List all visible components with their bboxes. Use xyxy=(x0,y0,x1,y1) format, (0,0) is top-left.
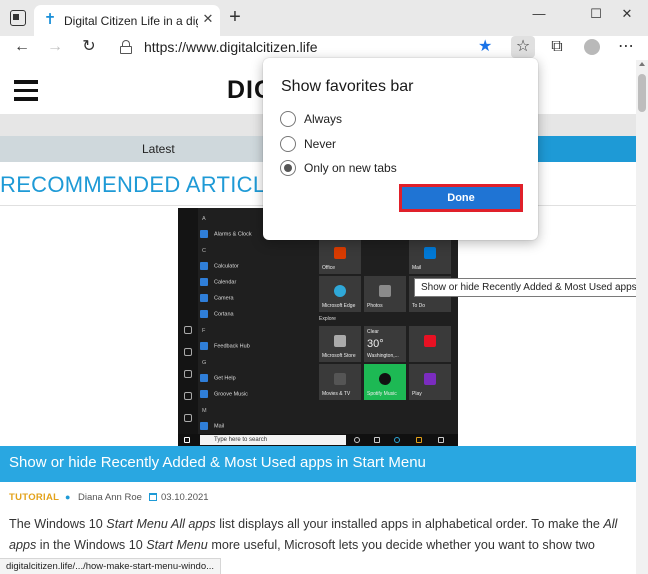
article-image-start-menu[interactable]: A Alarms & Clock C Calculator Calendar C… xyxy=(178,208,458,446)
author-name: Diana Ann Roe xyxy=(78,492,142,503)
page-scrollbar[interactable] xyxy=(636,60,648,574)
avatar-icon xyxy=(584,39,600,55)
article-title-bar[interactable]: Show or hide Recently Added & Most Used … xyxy=(0,446,636,482)
app-item: Cortana xyxy=(200,310,234,318)
hamburger-menu-icon[interactable] xyxy=(14,80,38,101)
scroll-up-icon[interactable] xyxy=(639,62,645,66)
favorites-button[interactable]: ☆ xyxy=(511,36,535,58)
collections-button[interactable]: ⧉ xyxy=(545,36,569,58)
app-item: Camera xyxy=(200,294,234,302)
tile-office: Office xyxy=(319,238,361,274)
letter-m: M xyxy=(202,408,207,414)
store-icon xyxy=(438,437,444,443)
article-title[interactable]: Show or hide Recently Added & Most Used … xyxy=(9,454,426,471)
favorite-star-icon[interactable]: ★ xyxy=(478,36,492,58)
app-item: Calendar xyxy=(200,278,236,286)
app-item: Calculator xyxy=(200,262,239,270)
tile-photos: Photos xyxy=(364,276,406,312)
letter-g: G xyxy=(202,360,207,366)
article-author[interactable]: ● Diana Ann Roe xyxy=(65,492,142,503)
menu-item-active[interactable] xyxy=(532,136,636,162)
menu-item-latest[interactable]: Latest xyxy=(142,142,175,156)
url-text[interactable]: https://www.digitalcitizen.life xyxy=(144,39,318,55)
back-button[interactable]: ← xyxy=(10,36,34,58)
windows-taskbar: Type here to search xyxy=(178,434,458,446)
radio-only-on-new-tabs[interactable] xyxy=(280,160,296,176)
show-favorites-bar-popup: Show favorites bar Always Never Only on … xyxy=(263,58,538,240)
cortana-icon xyxy=(354,437,360,443)
tab-actions-menu-icon[interactable] xyxy=(10,10,26,26)
settings-more-button[interactable]: ⋯ xyxy=(614,36,638,58)
forward-button[interactable]: → xyxy=(43,36,67,58)
option-label[interactable]: Never xyxy=(304,137,336,151)
popup-title: Show favorites bar xyxy=(281,78,414,95)
article-category[interactable]: TUTORIAL xyxy=(9,492,59,503)
option-only-on-new-tabs[interactable]: Only on new tabs xyxy=(280,160,480,178)
start-menu-rail xyxy=(178,208,198,434)
article-meta: TUTORIAL ● Diana Ann Roe 03.10.2021 xyxy=(9,492,209,503)
option-never[interactable]: Never xyxy=(280,136,480,154)
option-label[interactable]: Always xyxy=(304,112,342,126)
radio-never[interactable] xyxy=(280,136,296,152)
letter-a: A xyxy=(202,216,206,222)
tile-movies: Movies & TV xyxy=(319,364,361,400)
tile-weather: Clear 30° Washington,... xyxy=(364,326,406,362)
person-icon: ● xyxy=(65,492,71,502)
tile-news xyxy=(409,326,451,362)
option-label[interactable]: Only on new tabs xyxy=(304,161,397,175)
app-item: Groove Music xyxy=(200,390,248,398)
profile-button[interactable] xyxy=(580,36,604,58)
tile-store: Microsoft Store xyxy=(319,326,361,362)
site-favicon-icon: ✝ xyxy=(43,11,57,28)
tile-edge: Microsoft Edge xyxy=(319,276,361,312)
letter-f: F xyxy=(202,328,206,334)
recommended-heading: RECOMMENDED ARTICLES xyxy=(0,172,296,197)
new-tab-button[interactable]: + xyxy=(224,7,246,29)
letter-c: C xyxy=(202,248,206,254)
tile-mail: Mail xyxy=(409,238,451,274)
taskbar-search-box: Type here to search xyxy=(200,435,346,445)
app-item: Mail xyxy=(200,422,224,430)
edge-icon xyxy=(394,437,400,443)
done-button[interactable]: Done xyxy=(402,187,520,209)
app-item: Alarms & Clock xyxy=(200,230,252,238)
minimize-button[interactable]: — xyxy=(519,2,559,26)
tab-title: Digital Citizen Life in a digital wo xyxy=(64,14,198,28)
refresh-button[interactable]: ↻ xyxy=(77,36,101,58)
address-bar[interactable]: https://www.digitalcitizen.life ★ xyxy=(110,36,500,58)
article-date: 03.10.2021 xyxy=(149,492,209,503)
tab-close-icon[interactable]: ✕ xyxy=(200,11,216,27)
date-text: 03.10.2021 xyxy=(161,492,209,503)
calendar-icon xyxy=(149,493,157,501)
browser-toolbar: ← → ↻ https://www.digitalcitizen.life ★ … xyxy=(0,36,648,60)
tab-strip: ✝ Digital Citizen Life in a digital wo ✕… xyxy=(0,0,648,36)
image-tooltip: Show or hide Recently Added & Most Used … xyxy=(414,278,636,297)
explorer-icon xyxy=(416,437,422,443)
tab-digital-citizen[interactable]: ✝ Digital Citizen Life in a digital wo ✕ xyxy=(34,5,220,36)
radio-always[interactable] xyxy=(280,111,296,127)
windows-logo-icon xyxy=(184,437,190,443)
status-bar-url: digitalcitizen.life/.../how-make-start-m… xyxy=(0,558,222,574)
close-window-button[interactable]: ✕ xyxy=(607,2,647,26)
section-explore: Explore xyxy=(319,316,336,322)
scroll-thumb[interactable] xyxy=(638,74,646,112)
tile-play: Play xyxy=(409,364,451,400)
app-item: Feedback Hub xyxy=(200,342,250,350)
app-item: Get Help xyxy=(200,374,236,382)
task-view-icon xyxy=(374,437,380,443)
lock-icon[interactable] xyxy=(120,40,132,54)
done-highlight-outline: Done xyxy=(399,184,523,212)
option-always[interactable]: Always xyxy=(280,111,480,129)
tile-spotify: Spotify Music xyxy=(364,364,406,400)
